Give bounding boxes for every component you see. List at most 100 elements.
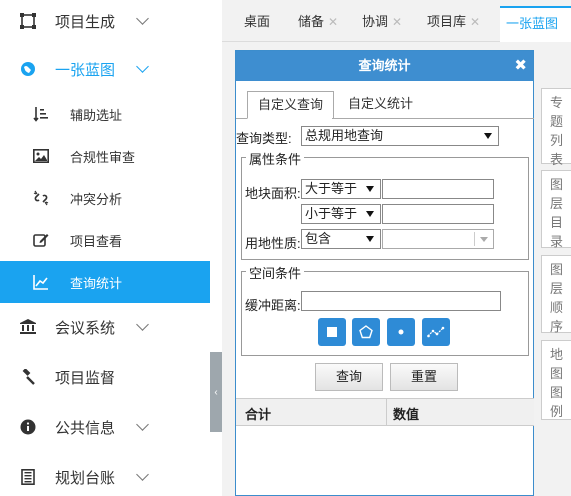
sidebar-item-label: 冲突分析 (70, 191, 123, 207)
sidebar-item-label: 项目查看 (70, 233, 123, 249)
image-icon (33, 148, 49, 164)
side-tab-label: 图层顺序 (549, 262, 563, 334)
sidebar-item-label: 一张蓝图 (55, 61, 116, 79)
draw-polyline-button[interactable] (422, 318, 450, 346)
draw-rectangle-button[interactable] (318, 318, 346, 346)
tab-label: 一张蓝图 (506, 16, 559, 31)
pentagon-icon (359, 325, 373, 339)
area-operator-1-select[interactable]: 大于等于 (301, 179, 381, 199)
chevron-down-icon (136, 12, 149, 25)
landuse-label: 用地性质: (245, 236, 301, 251)
side-tab-layer-directory[interactable]: 图层目录 (541, 170, 571, 249)
sidebar-subitem-query-statistics[interactable]: 查询统计 (0, 261, 210, 303)
tab-bar: 桌面 储备✕ 协调✕ 项目库✕ 一张蓝图✕ (222, 0, 571, 63)
sidebar-item-label: 项目监督 (55, 369, 116, 387)
side-tab-layer-order[interactable]: 图层顺序 (541, 255, 571, 334)
line-chart-icon (33, 274, 49, 290)
sidebar-item-blueprint[interactable]: 一张蓝图 (0, 48, 210, 90)
area-operator-2-select[interactable]: 小于等于 (301, 204, 381, 224)
reset-button[interactable]: 重置 (390, 363, 458, 391)
gavel-icon (20, 369, 36, 385)
tab-custom-statistics[interactable]: 自定义统计 (338, 91, 423, 119)
close-icon[interactable]: ✕ (392, 15, 402, 29)
ledger-icon (20, 469, 36, 485)
draw-point-button[interactable] (387, 318, 415, 346)
tab-desktop[interactable]: 桌面 (244, 8, 270, 36)
tab-label: 项目库 (427, 14, 467, 29)
sidebar-item-label: 规划台账 (55, 469, 116, 487)
query-type-select[interactable]: 总规用地查询 (301, 126, 499, 146)
tab-reserve[interactable]: 储备 ✕ (298, 8, 338, 36)
query-type-value: 总规用地查询 (305, 128, 384, 143)
buffer-distance-input[interactable] (301, 291, 501, 311)
sidebar-item-project-supervision[interactable]: 项目监督 (0, 356, 210, 398)
tab-underline (332, 118, 534, 119)
landuse-operator-select[interactable]: 包含 (301, 229, 381, 249)
tab-underline (236, 118, 247, 119)
chevron-down-icon (136, 318, 149, 331)
side-tab-topic-list[interactable]: 专题列表 (541, 88, 571, 167)
landuse-value-combobox[interactable] (382, 229, 494, 249)
bank-icon (20, 319, 36, 335)
area-value-1-input[interactable] (382, 179, 494, 199)
results-table-header: 合计 数值 (236, 398, 534, 426)
chevron-down-icon (136, 468, 149, 481)
chevron-left-icon: ‹ (214, 386, 218, 398)
side-tab-label: 图层目录 (549, 177, 563, 249)
area-value-2-input[interactable] (382, 204, 494, 224)
tab-project-library[interactable]: 项目库 ✕ (427, 8, 480, 36)
tab-label: 自定义查询 (258, 97, 324, 112)
landuse-operator-value: 包含 (305, 231, 332, 246)
side-tab-map-legend[interactable]: 地图图例 (541, 340, 571, 420)
query-type-label: 查询类型: (236, 131, 292, 146)
sidebar: 项目生成 一张蓝图 辅助选址 合规性审查 冲突分析 项目查看 查询统计 会议系统… (0, 0, 210, 496)
chevron-down-icon (136, 418, 149, 431)
dialog-title: 查询统计 (358, 58, 411, 73)
sidebar-item-label: 查询统计 (70, 275, 123, 291)
tab-label: 储备 (298, 14, 325, 29)
close-icon[interactable]: ✕ (328, 15, 338, 29)
side-tab-label: 专题列表 (549, 95, 563, 167)
tab-label: 自定义统计 (348, 96, 414, 111)
area-label: 地块面积: (245, 186, 301, 201)
area-operator-2-value: 小于等于 (305, 206, 358, 221)
collapse-sidebar-handle[interactable]: ‹ (210, 352, 222, 432)
query-button[interactable]: 查询 (315, 363, 383, 391)
tab-custom-query[interactable]: 自定义查询 (247, 91, 335, 119)
area-operator-1-value: 大于等于 (305, 181, 358, 196)
polyline-icon (427, 326, 445, 338)
query-button-label: 查询 (335, 369, 362, 384)
column-header-total: 合计 (245, 407, 272, 422)
tab-label: 桌面 (244, 14, 271, 29)
sidebar-item-label: 合规性审查 (70, 149, 136, 165)
edit-icon (33, 232, 49, 248)
dialog-header: 查询统计 ✖ (236, 51, 533, 81)
column-header-value: 数值 (393, 407, 420, 422)
info-icon (20, 419, 36, 435)
side-tab-label: 地图图例 (549, 347, 563, 419)
close-icon[interactable]: ✖ (514, 51, 527, 81)
sidebar-item-label: 公共信息 (55, 419, 116, 437)
globe-icon (20, 61, 36, 77)
sidebar-subitem-conflict-analysis[interactable]: 冲突分析 (0, 177, 210, 219)
tab-blueprint[interactable]: 一张蓝图✕ (500, 6, 571, 63)
sidebar-item-planning-ledger[interactable]: 规划台账 (0, 456, 210, 496)
sidebar-item-public-info[interactable]: 公共信息 (0, 406, 210, 448)
sidebar-subitem-compliance-review[interactable]: 合规性审查 (0, 135, 210, 177)
tab-coordinate[interactable]: 协调 ✕ (362, 8, 402, 36)
sidebar-subitem-project-view[interactable]: 项目查看 (0, 219, 210, 261)
column-divider (386, 399, 387, 425)
sort-list-icon (33, 106, 49, 122)
sidebar-item-project-generate[interactable]: 项目生成 (0, 0, 210, 42)
buffer-distance-label: 缓冲距离: (245, 298, 301, 313)
spatial-conditions-legend: 空间条件 (246, 263, 305, 282)
close-icon[interactable]: ✕ (470, 15, 480, 29)
draw-polygon-button[interactable] (352, 318, 380, 346)
broken-link-icon (33, 190, 49, 206)
point-icon (398, 329, 404, 335)
sidebar-item-meeting-system[interactable]: 会议系统 (0, 306, 210, 348)
tab-label: 协调 (362, 14, 389, 29)
sidebar-subitem-site-selection[interactable]: 辅助选址 (0, 93, 210, 135)
sidebar-item-label: 辅助选址 (70, 107, 123, 123)
reset-button-label: 重置 (410, 369, 437, 384)
